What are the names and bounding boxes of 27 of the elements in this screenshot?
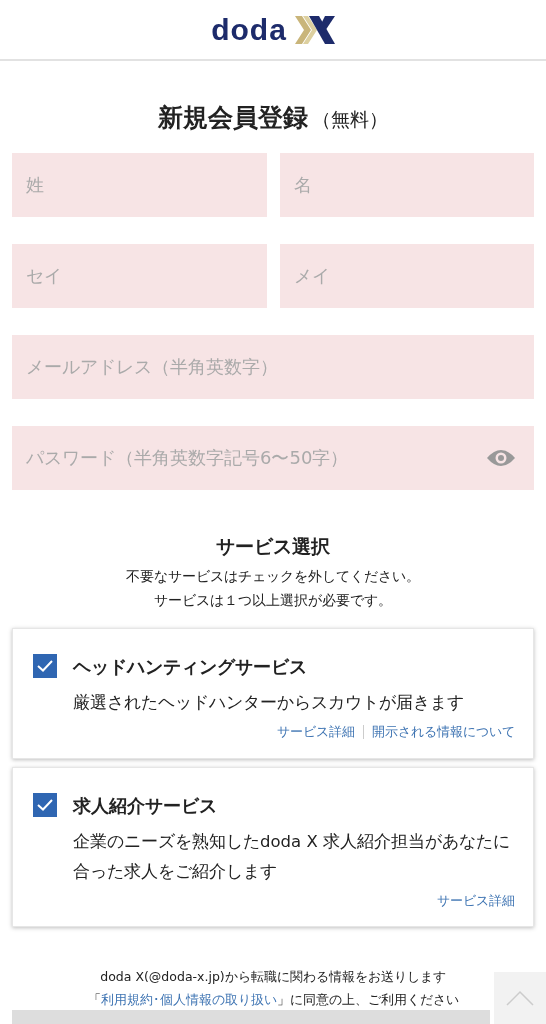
detail-link[interactable]: サービス詳細	[437, 890, 515, 910]
section-heading: サービス選択	[215, 533, 331, 559]
chevron-up-icon	[506, 990, 534, 1006]
chevron-mark-icon	[294, 15, 335, 44]
detail-link[interactable]: サービス詳細	[277, 722, 355, 742]
section-note: 不要なサービスはチェックを外してください。	[125, 567, 421, 586]
checkbox[interactable]	[33, 654, 57, 678]
check-icon	[37, 798, 53, 811]
check-icon	[37, 660, 53, 672]
title-note: （無料）	[312, 107, 388, 132]
notice-text: doda X(@doda-x.jp)から転職に関わる情報をお送りします	[99, 968, 447, 986]
service-description: 企業のニーズを熟知したdoda X 求人紹介担当があなたに合った求人をご紹介します	[73, 830, 511, 883]
checkbox[interactable]	[33, 792, 57, 817]
logo-text: doda	[211, 12, 287, 48]
section-note: サービスは１つ以上選択が必要です。	[153, 591, 393, 610]
service-name: ヘッドハンティングサービス	[73, 655, 308, 679]
input-field[interactable]: メールアドレス（半角英数字）	[12, 334, 534, 399]
detail-link[interactable]: 開示される情報について	[372, 722, 515, 742]
input-field[interactable]: セイ	[12, 243, 267, 308]
service-description: 厳選されたヘッドハンターからスカウトが届きます	[73, 692, 465, 714]
terms-link[interactable]: 利用規約･個人情報の取り扱い	[100, 992, 277, 1007]
input-field[interactable]: 姓	[12, 152, 267, 217]
page-title: 新規会員登録	[158, 102, 308, 134]
service-name: 求人紹介サービス	[73, 793, 218, 818]
password-field[interactable]: パスワード（半角英数字記号6〜50字）	[12, 425, 534, 490]
input-field[interactable]: 名	[279, 152, 534, 217]
input-field[interactable]: メイ	[279, 243, 534, 308]
